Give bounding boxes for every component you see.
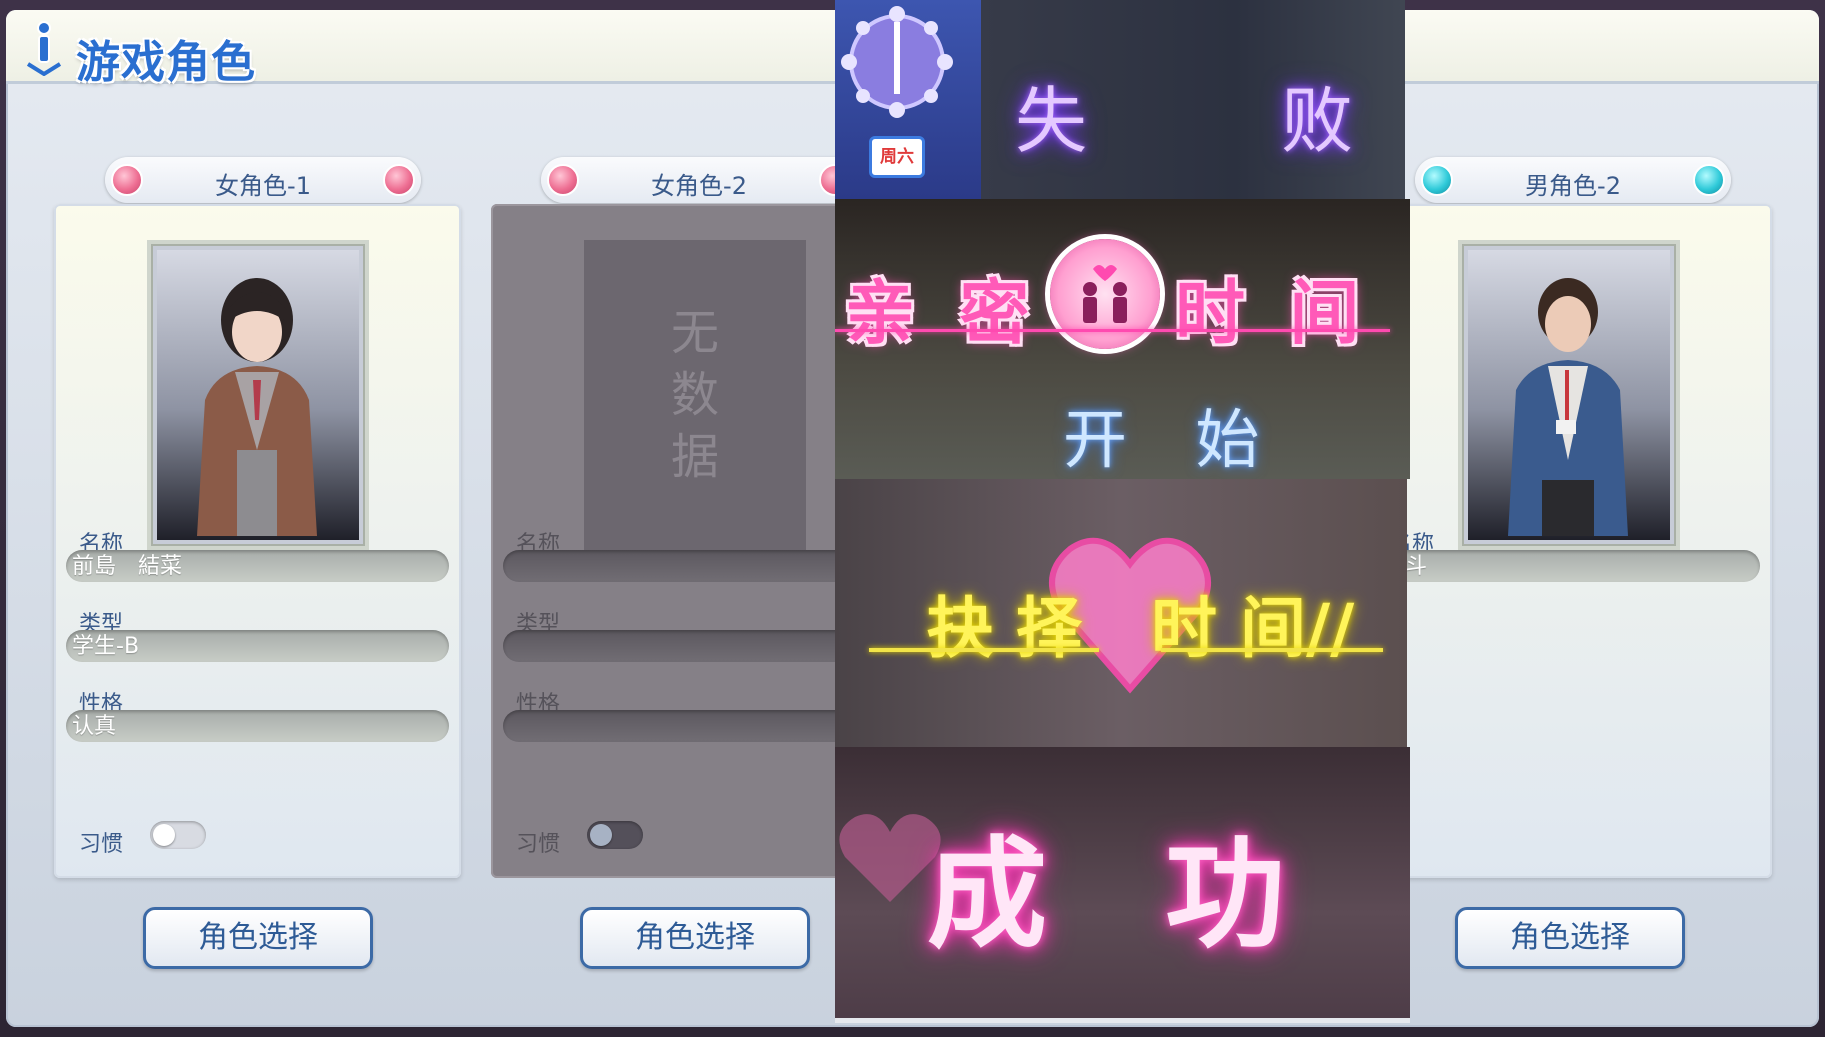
collage-bottom-strip [835,1018,1410,1023]
clock-panel: 周六 [835,0,981,199]
choice-word-2: 时 间// [1151,590,1355,667]
character-portrait-empty[interactable]: 无 数 据 [584,240,806,550]
slot-header-male-2: 男角色-2 [1415,157,1731,203]
success-banner: 成 功 [835,747,1410,1023]
boy-student-portrait-art [1508,278,1628,536]
character-icon [26,21,62,76]
success-char-2: 功 [1165,826,1285,965]
personality-field [503,710,886,742]
fail-char-1: 失 [1015,79,1088,163]
choice-word-1: 抉 择 [927,590,1082,667]
choice-time-banner: 抉 择 时 间// [835,479,1407,747]
habit-label: 习惯 [516,832,561,857]
intimate-word-1: 亲 密 [845,272,1040,354]
slot-label: 女角色-2 [651,172,747,200]
name-field: 琉斗 [1377,550,1760,582]
clock-icon [841,6,953,118]
weekday-badge: 周六 [869,136,925,178]
fail-banner: 失 败 [981,0,1405,199]
character-select-button-3[interactable]: 角色选择 [1455,907,1685,969]
slot-header-female-2: 女角色-2 [541,157,857,203]
girl-student-portrait-art [197,278,317,536]
intimate-word-2: 时 间 [1175,272,1370,354]
window-title: 游戏角色 [76,37,256,88]
event-banner-collage: 周六 失 败 亲 密 时 间 开 始 抉 择 时 间// 成 功 [835,0,1410,1023]
type-field [503,630,886,662]
character-select-button-2[interactable]: 角色选择 [580,907,810,969]
name-field [503,550,886,582]
character-card-male-2: 名称 琉斗 [1365,204,1772,878]
neon-divider [835,329,1390,332]
no-data-text: 无 数 据 [670,305,719,485]
fail-char-2: 败 [1281,79,1354,163]
character-portrait[interactable] [1458,240,1680,550]
character-select-button-1[interactable]: 角色选择 [143,907,373,969]
slot-label: 女角色-1 [215,172,311,200]
type-field: 学生-B [66,630,449,662]
start-text: 开 始 [1063,404,1284,478]
neon-underline [869,648,1099,652]
habit-toggle[interactable] [587,821,643,849]
success-char-1: 成 [927,826,1047,965]
personality-field: 认真 [66,710,449,742]
habit-label: 习惯 [79,832,124,857]
slot-indicator-dot [1693,164,1725,196]
intimate-time-banner: 亲 密 时 间 开 始 [835,199,1410,479]
character-card-female-1: 名称 前島 結菜 类型 学生-B 性格 认真 习惯 [54,204,461,878]
name-field: 前島 結菜 [66,550,449,582]
slot-label: 男角色-2 [1525,172,1621,200]
character-portrait[interactable] [147,240,369,550]
habit-toggle[interactable] [150,821,206,849]
slot-indicator-dot [383,164,415,196]
neon-underline [1161,648,1383,652]
slot-header-female-1: 女角色-1 [105,157,421,203]
couple-icon [1050,239,1160,349]
